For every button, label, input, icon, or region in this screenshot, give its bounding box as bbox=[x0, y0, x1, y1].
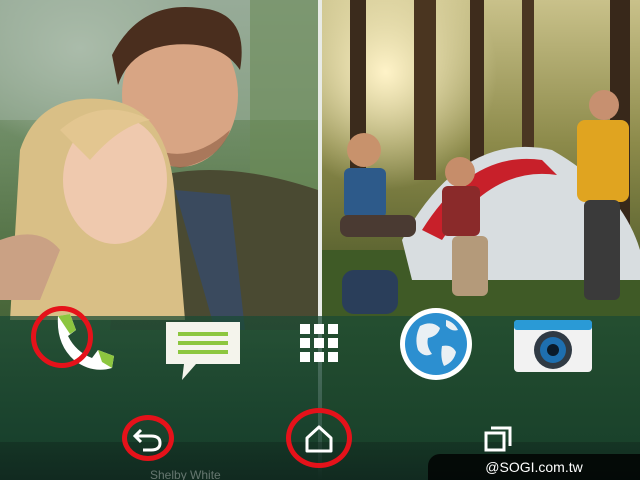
highlight-ring-phone bbox=[31, 306, 93, 368]
camera-app-button[interactable] bbox=[512, 318, 594, 374]
watermark: @SOGI.com.tw bbox=[428, 454, 640, 480]
all-apps-button[interactable] bbox=[294, 320, 344, 366]
globe-icon bbox=[400, 308, 472, 380]
browser-app-button[interactable] bbox=[398, 306, 474, 382]
notification-hint: Shelby White bbox=[150, 468, 221, 480]
camera-icon bbox=[514, 320, 592, 372]
recent-apps-icon bbox=[484, 426, 512, 452]
message-icon bbox=[166, 322, 240, 380]
highlight-ring-back bbox=[122, 415, 174, 461]
highlight-ring-home bbox=[286, 408, 352, 468]
messages-app-button[interactable] bbox=[162, 318, 244, 384]
app-grid-icon bbox=[300, 324, 338, 362]
